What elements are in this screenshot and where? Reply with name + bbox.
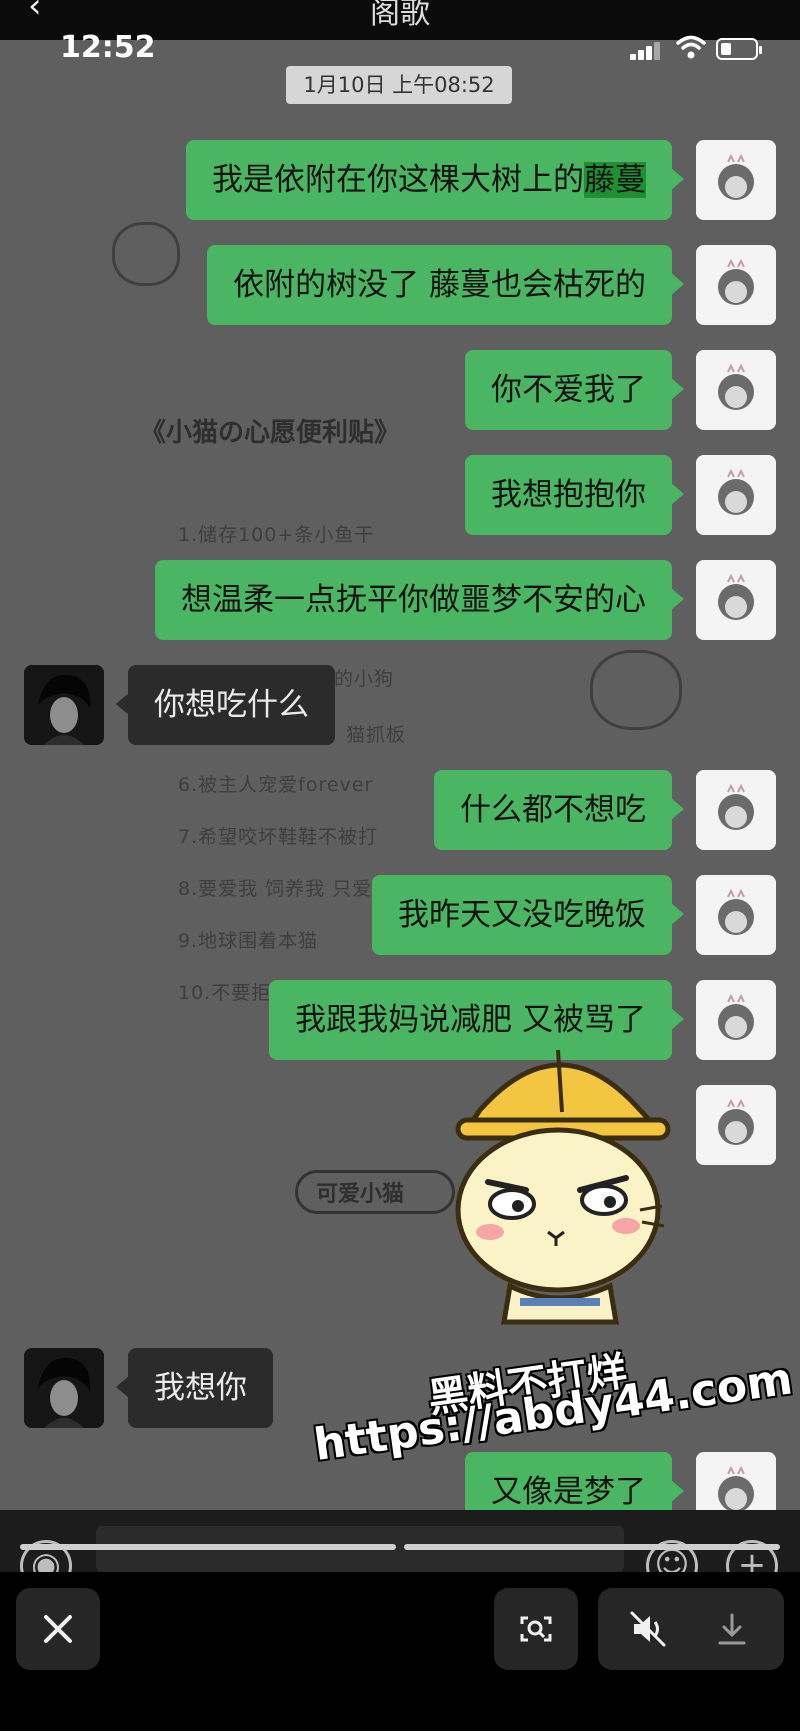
my-avatar[interactable] xyxy=(696,770,776,850)
battery-icon xyxy=(716,38,762,60)
scan-button[interactable] xyxy=(494,1588,578,1670)
message-row xyxy=(0,1085,800,1165)
message-bubble-sent[interactable]: 我想抱抱你 xyxy=(465,455,684,535)
wifi-icon xyxy=(676,35,706,59)
message-bubble-sent[interactable]: 什么都不想吃 xyxy=(434,770,684,850)
contact-avatar[interactable] xyxy=(24,665,104,745)
angry-cat-hardhat-sticker[interactable] xyxy=(440,1040,680,1330)
download-icon[interactable] xyxy=(712,1609,752,1649)
my-avatar[interactable] xyxy=(696,245,776,325)
message-row: 我想抱抱你 xyxy=(0,455,800,535)
mute-icon[interactable] xyxy=(628,1609,668,1649)
my-avatar[interactable] xyxy=(696,1085,776,1165)
message-row: 想温柔一点抚平你做噩梦不安的心 xyxy=(0,560,800,640)
message-bubble-sent[interactable]: 我昨天又没吃晚饭 xyxy=(372,875,684,955)
message-row: 你不爱我了 xyxy=(0,350,800,430)
my-avatar[interactable] xyxy=(696,350,776,430)
message-bubble-received[interactable]: 你想吃什么 xyxy=(116,665,335,745)
message-bubble-sent[interactable]: 你不爱我了 xyxy=(465,350,684,430)
status-bar: 12:52 xyxy=(0,0,800,65)
message-row: 依附的树没了 藤蔓也会枯死的 xyxy=(0,245,800,325)
message-row: 我是依附在你这棵大树上的藤蔓 xyxy=(0,140,800,220)
scan-icon xyxy=(520,1616,552,1642)
media-action-group xyxy=(598,1588,784,1670)
message-text: 我是依附在你这棵大树上的 xyxy=(212,162,584,198)
message-row: 你想吃什么 xyxy=(0,665,800,745)
message-bubble-sent[interactable]: 我是依附在你这棵大树上的藤蔓 xyxy=(186,140,684,220)
progress-segment xyxy=(20,1544,396,1550)
close-button[interactable] xyxy=(16,1588,100,1670)
message-row: 什么都不想吃 xyxy=(0,770,800,850)
message-timestamp: 1月10日 上午08:52 xyxy=(286,66,512,104)
my-avatar[interactable] xyxy=(696,140,776,220)
contact-avatar[interactable] xyxy=(24,1348,104,1428)
highlighted-text: 藤蔓 xyxy=(584,162,646,198)
message-row: 我跟我妈说减肥 又被骂了 xyxy=(0,980,800,1060)
my-avatar[interactable] xyxy=(696,980,776,1060)
my-avatar[interactable] xyxy=(696,875,776,955)
message-bubble-sent[interactable]: 依附的树没了 藤蔓也会枯死的 xyxy=(207,245,684,325)
progress-segment xyxy=(404,1544,780,1550)
message-row: 我昨天又没吃晚饭 xyxy=(0,875,800,955)
message-bubble-sent[interactable]: 又像是梦了 xyxy=(465,1452,684,1510)
video-progress-bar[interactable] xyxy=(20,1544,780,1550)
message-bubble-received[interactable]: 我想你 xyxy=(116,1348,273,1428)
close-icon xyxy=(44,1615,72,1643)
message-bubble-sent[interactable]: 想温柔一点抚平你做噩梦不安的心 xyxy=(155,560,684,640)
doodle-badge: 可爱小猫 xyxy=(295,1170,455,1214)
my-avatar[interactable] xyxy=(696,560,776,640)
message-row: 又像是梦了 xyxy=(0,1452,800,1510)
status-time: 12:52 xyxy=(60,30,156,65)
signal-icon xyxy=(630,42,660,60)
my-avatar[interactable] xyxy=(696,1452,776,1510)
my-avatar[interactable] xyxy=(696,455,776,535)
